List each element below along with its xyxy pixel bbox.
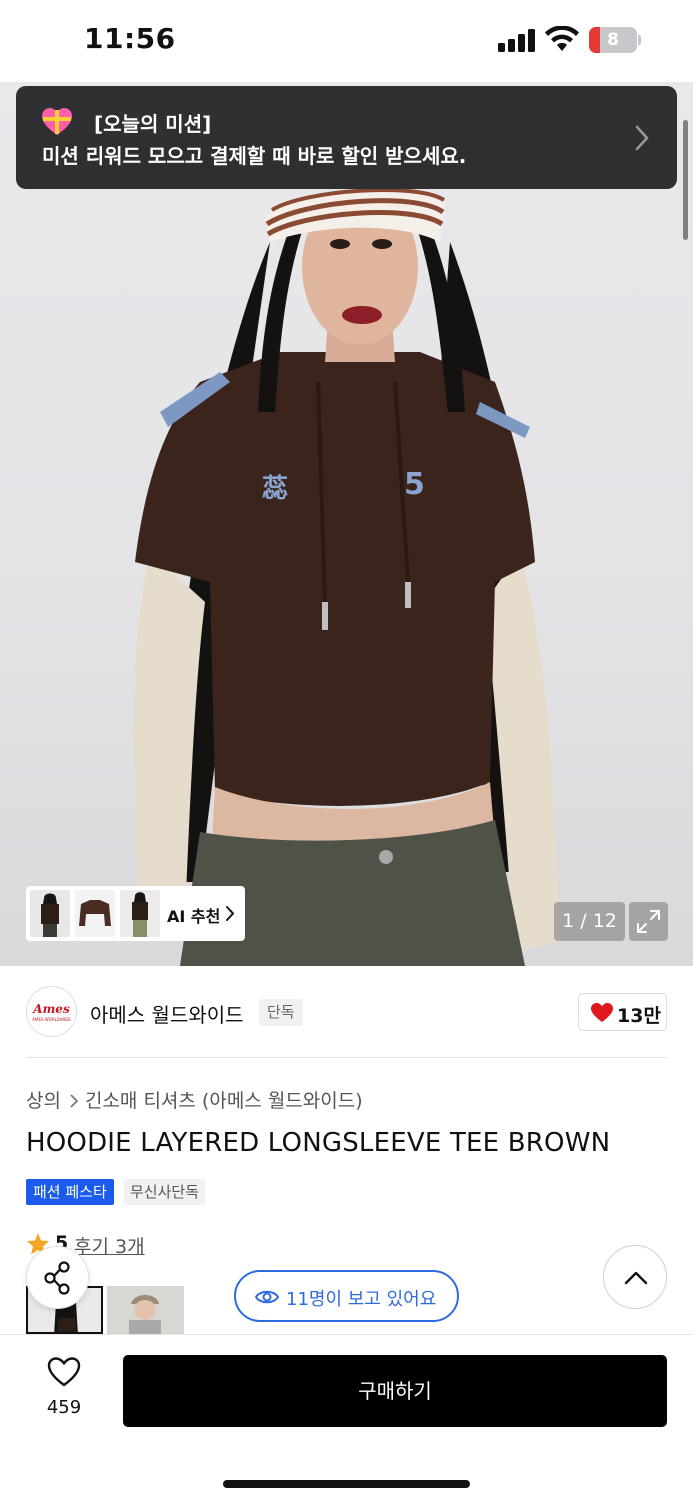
expand-icon — [637, 910, 660, 933]
ai-recommend-label: AI 추천 — [167, 907, 221, 926]
scroll-to-top-button[interactable] — [603, 1245, 667, 1309]
gift-heart-icon — [42, 108, 72, 135]
ai-thumbnail — [120, 890, 160, 937]
share-icon — [44, 1261, 70, 1295]
product-title: HOODIE LAYERED LONGSLEEVE TEE BROWN — [26, 1128, 611, 1158]
breadcrumb-item[interactable]: 상의 — [26, 1090, 61, 1112]
share-button[interactable] — [26, 1246, 89, 1309]
chevron-right-icon — [70, 1094, 79, 1108]
wifi-icon — [545, 26, 579, 51]
buy-button[interactable]: 구매하기 — [123, 1355, 667, 1427]
svg-text:蕊: 蕊 — [262, 474, 288, 504]
chevron-up-icon — [624, 1271, 648, 1285]
divider — [26, 1057, 667, 1058]
chevron-right-icon — [635, 125, 649, 151]
brand-logo-subtext: AMES WORLDWIDE — [32, 1017, 71, 1022]
chevron-right-icon — [226, 906, 235, 921]
viewers-count-text: 11명이 보고 있어요 — [286, 1289, 437, 1310]
scroll-indicator[interactable] — [683, 120, 688, 240]
breadcrumb-item[interactable]: 긴소매 티셔츠 (아메스 월드와이드) — [85, 1090, 363, 1112]
product-photo: 蕊 5 — [133, 187, 560, 966]
wish-count: 459 — [46, 1397, 82, 1418]
status-bar: 11:56 8 — [0, 0, 693, 82]
viewers-count-pill: 11명이 보고 있어요 — [234, 1270, 459, 1322]
breadcrumb: 상의 긴소매 티셔츠 (아메스 월드와이드) — [26, 1086, 363, 1113]
signal-icon — [498, 28, 536, 52]
exclusive-badge: 단독 — [259, 999, 303, 1026]
brand-like-button[interactable]: 13만 — [578, 993, 667, 1031]
fashion-festa-tag: 패션 페스타 — [26, 1179, 114, 1205]
ai-thumbnail — [30, 890, 70, 937]
battery-icon: 8 — [589, 27, 637, 53]
battery-tip — [638, 35, 641, 45]
battery-level: 8 — [607, 30, 619, 50]
image-page-counter: 1 / 12 — [554, 902, 625, 941]
mission-description: 미션 리워드 모으고 결제할 때 바로 할인 받으세요. — [42, 144, 467, 168]
brand-name[interactable]: 아메스 월드와이드 — [90, 999, 244, 1028]
mission-banner[interactable]: [오늘의 미션] 미션 리워드 모으고 결제할 때 바로 할인 받으세요. — [16, 86, 677, 189]
brand-logo-text: Ames — [33, 1002, 70, 1016]
expand-image-button[interactable] — [629, 902, 668, 941]
mission-title: [오늘의 미션] — [94, 112, 212, 136]
heart-outline-icon[interactable] — [47, 1357, 81, 1387]
brand-logo[interactable]: Ames AMES WORLDWIDE — [26, 986, 77, 1037]
ai-recommend-button[interactable]: AI 추천 — [26, 886, 245, 941]
musinsa-exclusive-tag: 무신사단독 — [124, 1179, 206, 1205]
svg-text:5: 5 — [404, 467, 425, 502]
home-indicator — [223, 1480, 470, 1488]
review-thumbnail[interactable] — [107, 1286, 184, 1334]
bottom-action-bar: 459 구매하기 — [0, 1334, 693, 1500]
eye-icon — [255, 1290, 279, 1304]
heart-filled-icon — [591, 1003, 613, 1022]
brand-like-count: 13만 — [617, 1005, 661, 1027]
ai-thumbnail — [75, 890, 115, 937]
status-time: 11:56 — [84, 22, 176, 55]
product-image[interactable]: 蕊 5 — [0, 82, 693, 966]
